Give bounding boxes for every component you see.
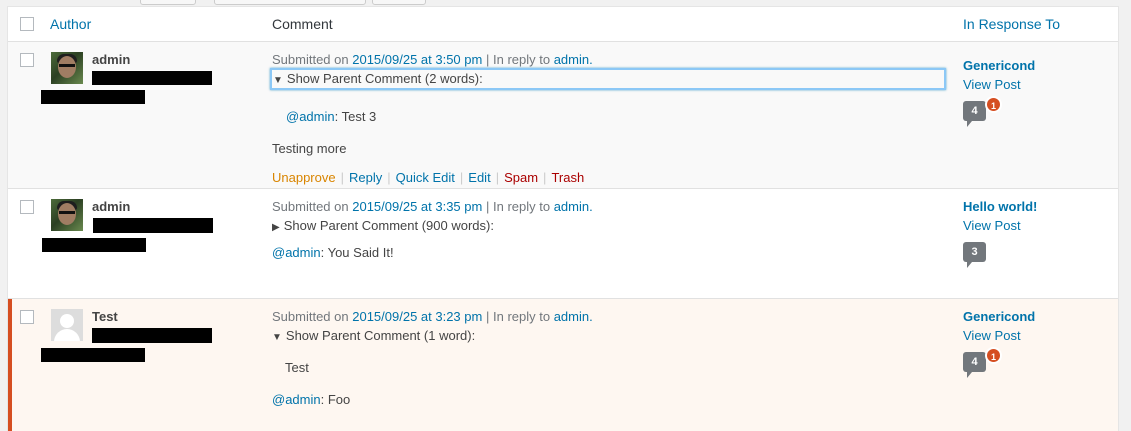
redacted-ip bbox=[41, 90, 145, 104]
separator: | bbox=[495, 170, 500, 185]
comment-row-pending: Test Submitted on 2015/09/25 at 3:23 pm … bbox=[8, 299, 1118, 431]
parent-text: : Test 3 bbox=[334, 109, 377, 124]
reply-to-link[interactable]: admin. bbox=[554, 52, 593, 67]
separator: | bbox=[485, 309, 490, 324]
comment-count-bubble[interactable]: 4 bbox=[963, 101, 986, 127]
body-text: : You Said It! bbox=[320, 245, 394, 260]
submitted-line: Submitted on 2015/09/25 at 3:23 pm | In … bbox=[272, 309, 593, 324]
comment-date-link[interactable]: 2015/09/25 at 3:23 pm bbox=[352, 309, 482, 324]
view-post-link[interactable]: View Post bbox=[963, 328, 1021, 343]
separator: | bbox=[543, 170, 547, 185]
reply-to-link[interactable]: admin. bbox=[554, 199, 593, 214]
row-checkbox[interactable] bbox=[20, 310, 34, 324]
show-parent-toggle[interactable]: ▶ Show Parent Comment (900 words): bbox=[272, 218, 494, 233]
comment-date-link[interactable]: 2015/09/25 at 3:35 pm bbox=[352, 199, 482, 214]
submitted-line: Submitted on 2015/09/25 at 3:35 pm | In … bbox=[272, 199, 593, 214]
separator: | bbox=[485, 199, 490, 214]
pending-count-badge[interactable]: 1 bbox=[985, 96, 1002, 113]
parent-comment-text: @admin: Test 3 bbox=[286, 109, 376, 124]
comment-body: Testing more bbox=[272, 141, 347, 156]
body-text: : Foo bbox=[320, 392, 351, 407]
select-all-checkbox[interactable] bbox=[20, 17, 34, 31]
view-post-link[interactable]: View Post bbox=[963, 218, 1021, 233]
comment-body: @admin: Foo bbox=[272, 392, 350, 407]
response-column-header[interactable]: In Response To bbox=[963, 16, 1060, 32]
comment-column-header: Comment bbox=[272, 16, 333, 32]
author-name: Test bbox=[92, 309, 118, 324]
trash-action[interactable]: Trash bbox=[551, 170, 584, 185]
show-parent-toggle[interactable]: ▼ Show Parent Comment (2 words): bbox=[270, 68, 946, 90]
submitted-line: Submitted on 2015/09/25 at 3:50 pm | In … bbox=[272, 52, 593, 67]
redacted-email bbox=[92, 328, 212, 343]
redacted-ip bbox=[41, 348, 145, 362]
post-title-link[interactable]: Genericond bbox=[963, 309, 1035, 324]
post-title-link[interactable]: Genericond bbox=[963, 58, 1035, 73]
reply-to-link[interactable]: admin. bbox=[554, 309, 593, 324]
comment-count-bubble[interactable]: 3 bbox=[963, 242, 986, 268]
quick-edit-action[interactable]: Quick Edit bbox=[396, 170, 455, 185]
separator: | bbox=[459, 170, 464, 185]
unapprove-action[interactable]: Unapprove bbox=[272, 170, 336, 185]
submitted-prefix: Submitted on bbox=[272, 52, 349, 67]
show-parent-label: Show Parent Comment (2 words): bbox=[286, 71, 483, 86]
author-column-header[interactable]: Author bbox=[50, 16, 91, 32]
reply-action[interactable]: Reply bbox=[349, 170, 382, 185]
view-post-link[interactable]: View Post bbox=[963, 77, 1021, 92]
mention-link[interactable]: @admin bbox=[272, 392, 321, 407]
redacted-email bbox=[92, 71, 212, 85]
bulk-apply-button[interactable] bbox=[140, 0, 196, 5]
row-checkbox[interactable] bbox=[20, 200, 34, 214]
pending-count-badge[interactable]: 1 bbox=[985, 347, 1002, 364]
author-name: admin bbox=[92, 199, 131, 214]
redacted-ip bbox=[42, 238, 146, 252]
show-parent-toggle[interactable]: ▼ Show Parent Comment (1 word): bbox=[272, 328, 475, 343]
avatar bbox=[51, 199, 83, 231]
row-checkbox[interactable] bbox=[20, 53, 34, 67]
filter-button[interactable] bbox=[372, 0, 426, 5]
row-actions: Unapprove | Reply | Quick Edit | Edit | Spam | Tra… bbox=[272, 170, 584, 185]
parent-comment-text: Test bbox=[285, 360, 309, 375]
comment-body: @admin: You Said It! bbox=[272, 245, 394, 260]
mention-link[interactable]: @admin bbox=[286, 109, 335, 124]
separator: | bbox=[340, 170, 344, 185]
reply-prefix: In reply to bbox=[492, 309, 551, 324]
separator: | bbox=[485, 52, 490, 67]
spam-action[interactable]: Spam bbox=[504, 170, 538, 185]
collapsed-triangle-icon: ▶ bbox=[272, 222, 280, 233]
comment-date-link[interactable]: 2015/09/25 at 3:50 pm bbox=[352, 52, 482, 67]
comment-row: admin Submitted on 2015/09/25 at 3:50 pm… bbox=[8, 42, 1118, 189]
mention-link[interactable]: @admin bbox=[272, 245, 321, 260]
avatar bbox=[51, 52, 83, 84]
edit-action[interactable]: Edit bbox=[468, 170, 490, 185]
submitted-prefix: Submitted on bbox=[272, 199, 349, 214]
expanded-triangle-icon: ▼ bbox=[273, 75, 283, 86]
submitted-prefix: Submitted on bbox=[272, 309, 349, 324]
post-title-link[interactable]: Hello world! bbox=[963, 199, 1037, 214]
table-header: Author Comment In Response To bbox=[8, 7, 1118, 42]
comment-row: admin Submitted on 2015/09/25 at 3:35 pm… bbox=[8, 189, 1118, 299]
show-parent-label: Show Parent Comment (1 word): bbox=[285, 328, 476, 343]
show-parent-label: Show Parent Comment (900 words): bbox=[283, 218, 494, 233]
separator: | bbox=[387, 170, 391, 185]
expanded-triangle-icon: ▼ bbox=[272, 332, 282, 343]
comments-table: Author Comment In Response To admin Subm… bbox=[7, 6, 1119, 431]
reply-prefix: In reply to bbox=[492, 199, 551, 214]
default-avatar-icon bbox=[51, 309, 83, 341]
filter-select[interactable] bbox=[214, 0, 366, 5]
author-name: admin bbox=[92, 52, 131, 67]
reply-prefix: In reply to bbox=[492, 52, 551, 67]
comment-count-bubble[interactable]: 4 bbox=[963, 352, 986, 378]
redacted-email bbox=[93, 218, 213, 233]
